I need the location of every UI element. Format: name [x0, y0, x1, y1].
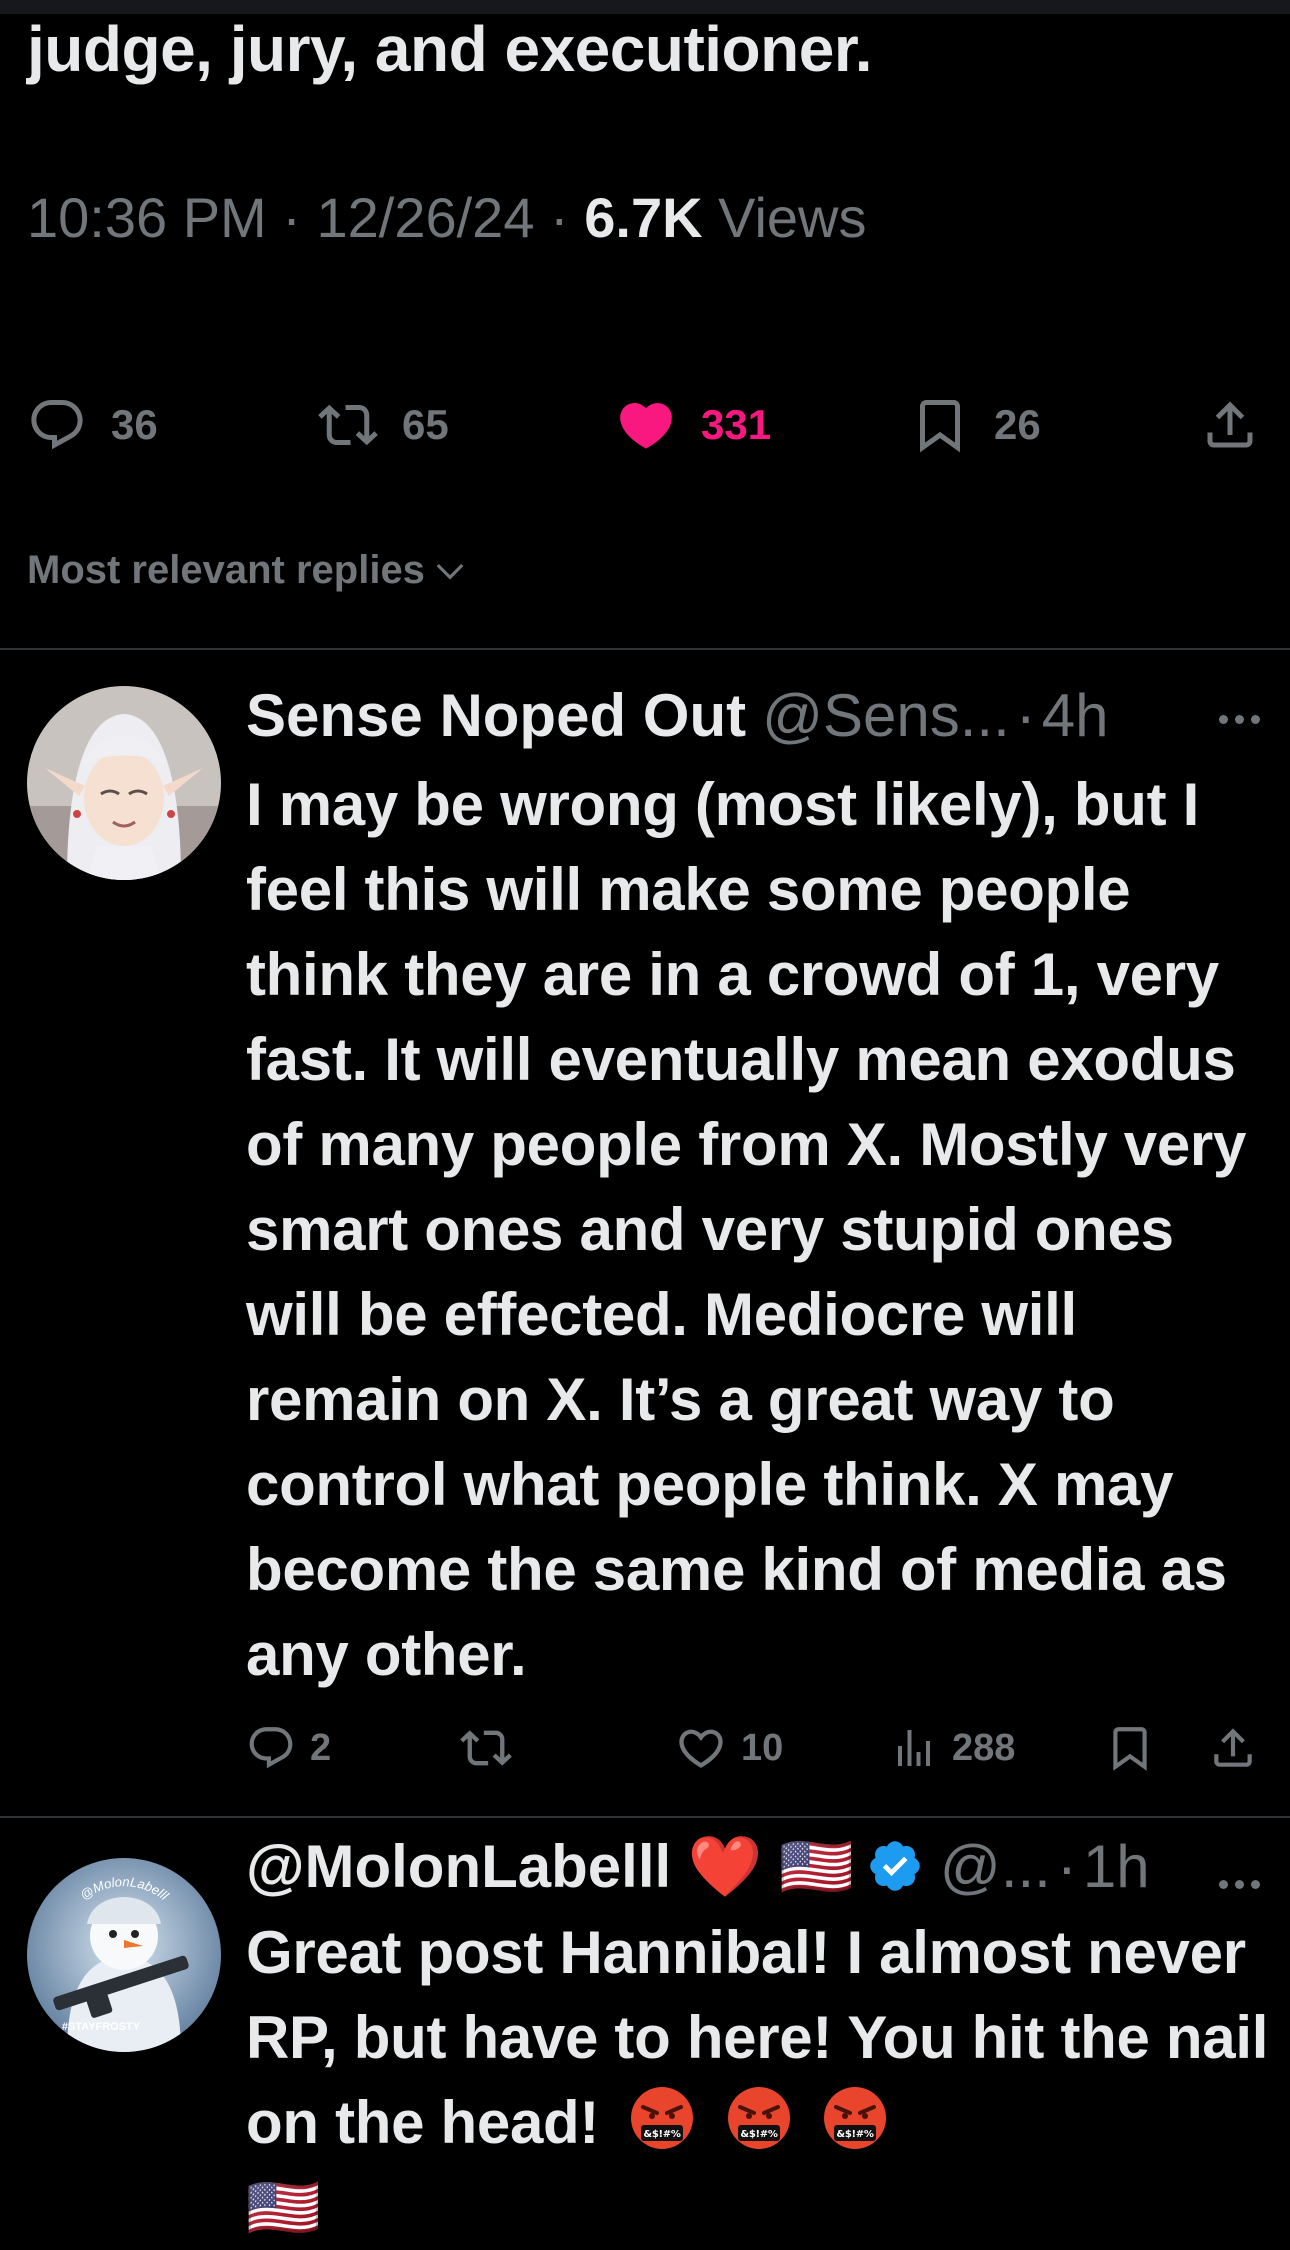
reply-time[interactable]: 1h: [1083, 1832, 1150, 1901]
reply-time[interactable]: 4h: [1042, 681, 1109, 750]
angry-cursing-face-icon: &$!#%: [824, 2087, 887, 2149]
heart-outline-icon: [679, 1729, 723, 1768]
more-options-icon[interactable]: [1219, 1880, 1260, 1889]
emoji-symbols-text: &$!#%: [740, 2129, 777, 2140]
reply-separator: ·: [1056, 1832, 1077, 1900]
views-label: Views: [718, 186, 867, 249]
bookmark-button[interactable]: 26: [910, 385, 1041, 465]
reply-author-handle[interactable]: @...: [940, 1832, 1051, 1901]
avatar-tag-text: #STAYFROSTY: [62, 2021, 141, 2033]
repost-button[interactable]: [460, 1718, 526, 1778]
reply-header: @MolonLabelll ❤️ 🇺🇸 @... · 1h: [246, 1826, 1250, 1906]
bookmark-count: 26: [994, 401, 1041, 448]
like-count: 331: [701, 401, 772, 448]
avatar[interactable]: [27, 686, 221, 880]
angry-cursing-face-icon: &$!#%: [631, 2087, 694, 2149]
repost-button[interactable]: 65: [318, 385, 449, 465]
tweet-date[interactable]: 12/26/24: [316, 186, 534, 249]
tweet-time[interactable]: 10:36 PM: [27, 186, 267, 249]
reply-author-name[interactable]: Sense Noped Out: [246, 681, 746, 750]
like-button[interactable]: 10: [675, 1718, 783, 1778]
reply-icon: [31, 400, 83, 450]
meta-separator: ·: [550, 186, 569, 249]
reply-separator: ·: [1015, 681, 1036, 749]
chevron-down-icon: [436, 563, 464, 580]
avatar[interactable]: @MolonLabelll #STAYFROSTY: [27, 1858, 221, 2052]
reply-item[interactable]: Sense Noped Out @Sens... · 4h I may be w…: [0, 650, 1290, 1815]
reply-button[interactable]: 2: [246, 1718, 331, 1778]
reply-text: I may be wrong (most likely), but I feel…: [246, 771, 1247, 1688]
like-button[interactable]: 331: [615, 385, 771, 465]
share-icon: [1207, 401, 1253, 448]
reply-author-name[interactable]: @MolonLabelll ❤️ 🇺🇸: [246, 1831, 854, 1902]
more-options-icon[interactable]: [1219, 715, 1260, 724]
tweet-meta: 10:36 PM · 12/26/24 · 6.7K Views: [27, 185, 866, 250]
bookmark-button[interactable]: [1105, 1718, 1155, 1778]
reply-count: 36: [111, 401, 158, 448]
replies-sort-dropdown[interactable]: Most relevant replies: [27, 548, 469, 593]
reply-action-bar: 2 10 288: [0, 1718, 1290, 1778]
flag-emoji: 🇺🇸: [246, 2174, 321, 2241]
views-count: 288: [952, 1726, 1016, 1769]
meta-separator: ·: [282, 186, 301, 249]
reply-author-handle[interactable]: @Sens...: [762, 681, 1010, 750]
replies-sort-label: Most relevant replies: [27, 548, 425, 592]
reply-count: 2: [310, 1726, 332, 1769]
bookmark-icon: [920, 400, 960, 453]
repost-icon: [460, 1730, 512, 1766]
share-icon: [1214, 1728, 1252, 1767]
bookmark-icon: [1113, 1727, 1147, 1771]
share-button[interactable]: [1200, 385, 1260, 465]
tweet-text-tail: judge, jury, and executioner.: [27, 13, 872, 85]
tweet-action-bar: 36 65 331 26: [0, 385, 1290, 465]
reply-item[interactable]: @MolonLabelll #STAYFROSTY @MolonLabelll …: [0, 1818, 1290, 2241]
angry-cursing-face-icon: &$!#%: [727, 2087, 790, 2149]
emoji-symbols-text: &$!#%: [837, 2129, 874, 2140]
like-count: 10: [741, 1726, 784, 1769]
views-count[interactable]: 6.7K: [584, 186, 702, 249]
reply-text-block: Great post Hannibal! I almost never RP, …: [246, 1910, 1276, 2250]
anime-elf-avatar-icon: [27, 686, 221, 880]
views-button[interactable]: 288: [890, 1718, 1015, 1778]
verified-badge-icon: [870, 1841, 920, 1891]
share-button[interactable]: [1208, 1718, 1258, 1778]
repost-icon: [318, 404, 378, 446]
analytics-icon: [898, 1730, 930, 1766]
reply-header: Sense Noped Out @Sens... · 4h: [246, 675, 1250, 755]
heart-filled-icon: [620, 403, 672, 449]
reply-button[interactable]: 36: [27, 385, 158, 465]
snowman-soldier-avatar-icon: @MolonLabelll #STAYFROSTY: [27, 1858, 221, 2052]
reply-icon: [249, 1727, 293, 1769]
repost-count: 65: [402, 401, 449, 448]
emoji-symbols-text: &$!#%: [644, 2129, 681, 2140]
